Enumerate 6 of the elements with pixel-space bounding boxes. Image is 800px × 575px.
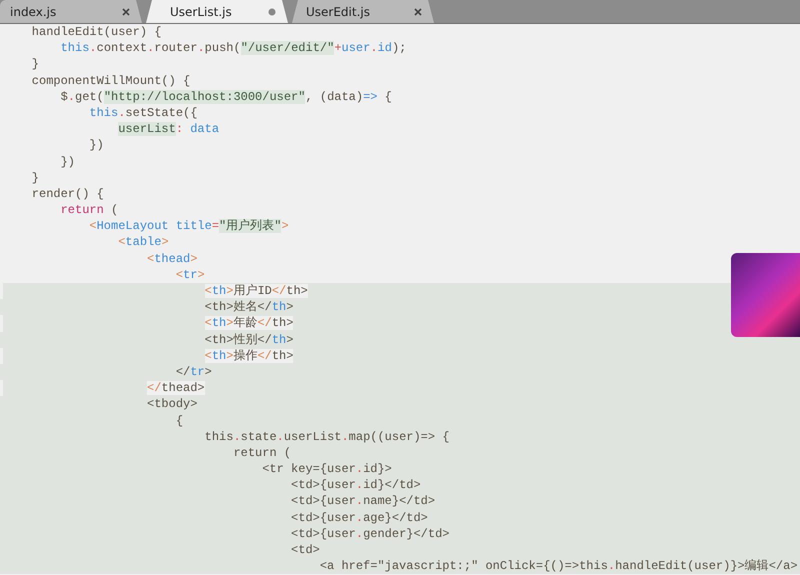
tab[interactable]: index.js: [0, 0, 142, 23]
close-icon[interactable]: [414, 8, 422, 16]
close-icon[interactable]: [122, 8, 130, 16]
tab[interactable]: UserEdit.js: [292, 0, 434, 23]
modified-dot-icon[interactable]: [268, 8, 276, 16]
tab[interactable]: UserList.js: [146, 0, 288, 23]
